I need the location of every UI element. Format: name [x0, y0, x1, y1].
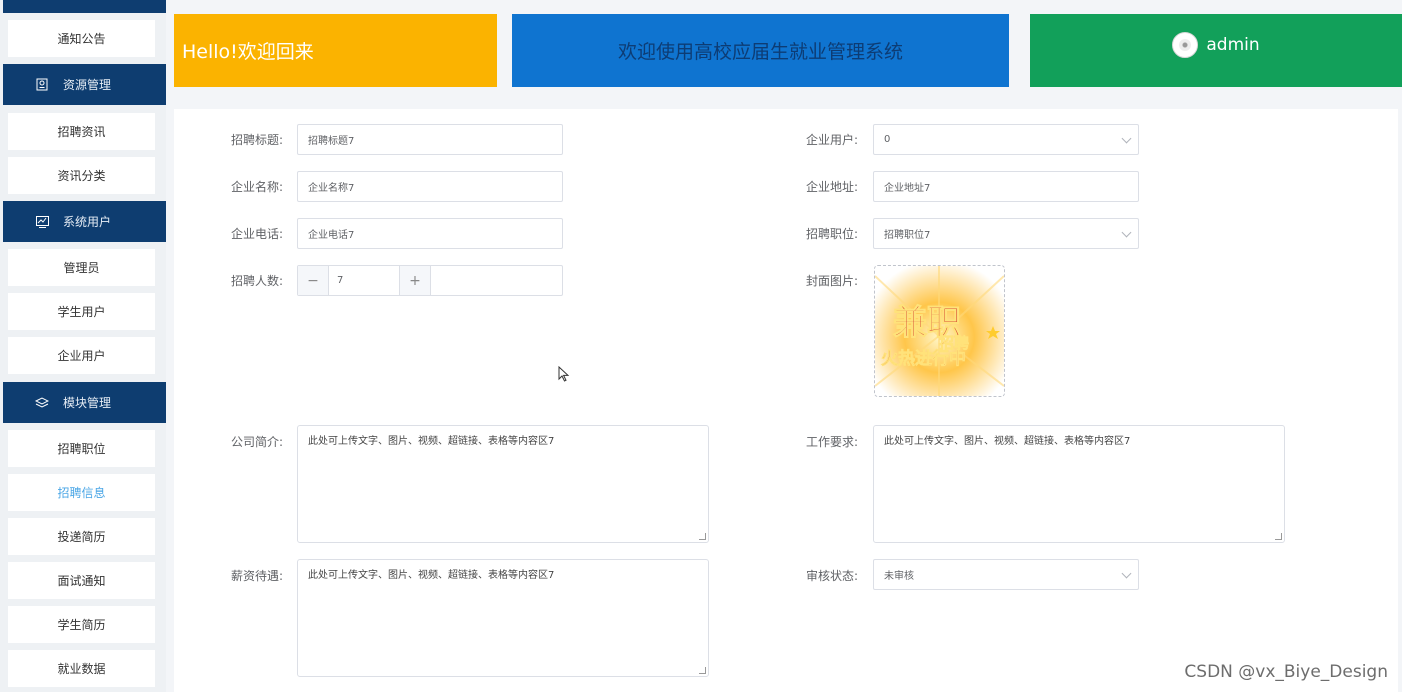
sidebar-item-resumes-submitted[interactable]: 投递简历: [8, 518, 155, 555]
sidebar-top-strip: [3, 0, 166, 13]
count-label: 招聘人数:: [230, 274, 283, 288]
review-value: 未审核: [884, 571, 914, 582]
sidebar-item-label: 招聘职位: [57, 442, 106, 456]
hello-card: Hello!欢迎回来: [174, 14, 497, 87]
company-name-value: 企业名称7: [308, 183, 355, 194]
title-input-value: 招聘标题7: [308, 136, 355, 147]
review-status-select[interactable]: 未审核: [873, 559, 1139, 590]
sidebar-item-label: 招聘信息: [57, 486, 106, 500]
company-address-label: 企业地址:: [805, 180, 858, 194]
sidebar-group-resource[interactable]: 资源管理: [3, 64, 166, 105]
sidebar-item-label: 面试通知: [57, 574, 106, 588]
system-title: 欢迎使用高校应届生就业管理系统: [617, 41, 903, 63]
sidebar: 通知公告 资源管理 招聘资讯 资讯分类 系统用户 管理员 学生用户 企业用户 模…: [0, 0, 166, 692]
sidebar-item-recruit-info[interactable]: 招聘信息: [8, 474, 155, 511]
company-phone-value: 企业电话7: [308, 230, 355, 241]
chevron-down-icon: [1121, 568, 1132, 579]
company-user-value: 0: [884, 134, 891, 145]
chart-icon: [35, 215, 49, 229]
sidebar-item-student-users[interactable]: 学生用户: [8, 293, 155, 330]
chevron-down-icon: [1121, 227, 1132, 238]
company-phone-input[interactable]: 企业电话7: [297, 218, 563, 249]
sidebar-item-label: 投递简历: [57, 530, 106, 544]
sidebar-item-notice[interactable]: 通知公告: [8, 20, 155, 57]
resize-grip-icon[interactable]: [1275, 533, 1282, 540]
company-user-select[interactable]: 0: [873, 124, 1139, 155]
chevron-down-icon: [1121, 133, 1132, 144]
position-label: 招聘职位:: [805, 227, 858, 241]
sidebar-group-system-users[interactable]: 系统用户: [3, 201, 166, 242]
sidebar-group-label: 模块管理: [63, 396, 112, 410]
intro-label: 公司简介:: [230, 435, 283, 449]
company-phone-label: 企业电话:: [230, 227, 283, 241]
avatar[interactable]: [1172, 32, 1199, 58]
position-value: 招聘职位7: [884, 230, 931, 241]
sidebar-item-label: 管理员: [63, 261, 100, 275]
username: admin: [1206, 35, 1260, 55]
resize-grip-icon[interactable]: [699, 667, 706, 674]
sidebar-group-label: 资源管理: [63, 78, 112, 92]
sidebar-item-label: 招聘资讯: [57, 125, 106, 139]
sidebar-item-label: 通知公告: [57, 32, 106, 46]
sidebar-item-recruit-news[interactable]: 招聘资讯: [8, 113, 155, 150]
resize-grip-icon[interactable]: [699, 533, 706, 540]
cover-text-small: 火热进行中: [881, 348, 966, 369]
system-title-card: 欢迎使用高校应届生就业管理系统: [512, 14, 1009, 87]
hello-text: Hello!欢迎回来: [182, 41, 314, 63]
intro-textarea[interactable]: 此处可上传文字、图片、视频、超链接、表格等内容区7: [297, 425, 709, 543]
cover-image[interactable]: 兼职 招聘 火热进行中: [874, 265, 1005, 397]
sidebar-group-label: 系统用户: [63, 215, 112, 229]
watermark: CSDN @vx_Biye_Design: [1184, 662, 1388, 682]
salary-label: 薪资待遇:: [230, 569, 283, 583]
review-label: 审核状态:: [805, 569, 858, 583]
company-name-input[interactable]: 企业名称7: [297, 171, 563, 202]
resource-icon: [35, 78, 49, 92]
sidebar-item-label: 企业用户: [57, 349, 106, 363]
requirement-value: 此处可上传文字、图片、视频、超链接、表格等内容区7: [884, 436, 1131, 447]
sidebar-item-positions[interactable]: 招聘职位: [8, 430, 155, 467]
count-stepper[interactable]: − 7 +: [297, 265, 563, 296]
sidebar-item-label: 就业数据: [57, 662, 106, 676]
sidebar-item-label: 学生用户: [57, 305, 106, 319]
cover-image-art: 兼职 招聘 火热进行中: [875, 266, 1004, 396]
requirement-label: 工作要求:: [805, 435, 858, 449]
sidebar-item-admin[interactable]: 管理员: [8, 249, 155, 286]
requirement-textarea[interactable]: 此处可上传文字、图片、视频、超链接、表格等内容区7: [873, 425, 1285, 543]
sidebar-group-modules[interactable]: 模块管理: [3, 382, 166, 423]
mouse-cursor-icon: [558, 366, 570, 382]
company-name-label: 企业名称:: [230, 180, 283, 194]
sidebar-item-student-resumes[interactable]: 学生简历: [8, 606, 155, 643]
position-select[interactable]: 招聘职位7: [873, 218, 1139, 249]
title-label: 招聘标题:: [230, 133, 283, 147]
module-icon: [35, 396, 49, 410]
salary-value: 此处可上传文字、图片、视频、超链接、表格等内容区7: [308, 570, 555, 581]
sidebar-item-news-category[interactable]: 资讯分类: [8, 157, 155, 194]
sidebar-item-company-users[interactable]: 企业用户: [8, 337, 155, 374]
count-value[interactable]: 7: [328, 266, 400, 295]
company-user-label: 企业用户:: [805, 133, 858, 147]
minus-button[interactable]: −: [298, 266, 328, 295]
sidebar-item-label: 学生简历: [57, 618, 106, 632]
cover-label: 封面图片:: [805, 274, 858, 288]
user-card[interactable]: admin: [1030, 14, 1402, 87]
intro-value: 此处可上传文字、图片、视频、超链接、表格等内容区7: [308, 436, 555, 447]
sidebar-item-interview-notice[interactable]: 面试通知: [8, 562, 155, 599]
company-address-input[interactable]: 企业地址7: [873, 171, 1139, 202]
company-address-value: 企业地址7: [884, 183, 931, 194]
title-input[interactable]: 招聘标题7: [297, 124, 563, 155]
sidebar-item-label: 资讯分类: [57, 169, 106, 183]
sidebar-item-employment-data[interactable]: 就业数据: [8, 650, 155, 687]
plus-button[interactable]: +: [400, 266, 431, 295]
salary-textarea[interactable]: 此处可上传文字、图片、视频、超链接、表格等内容区7: [297, 559, 709, 677]
